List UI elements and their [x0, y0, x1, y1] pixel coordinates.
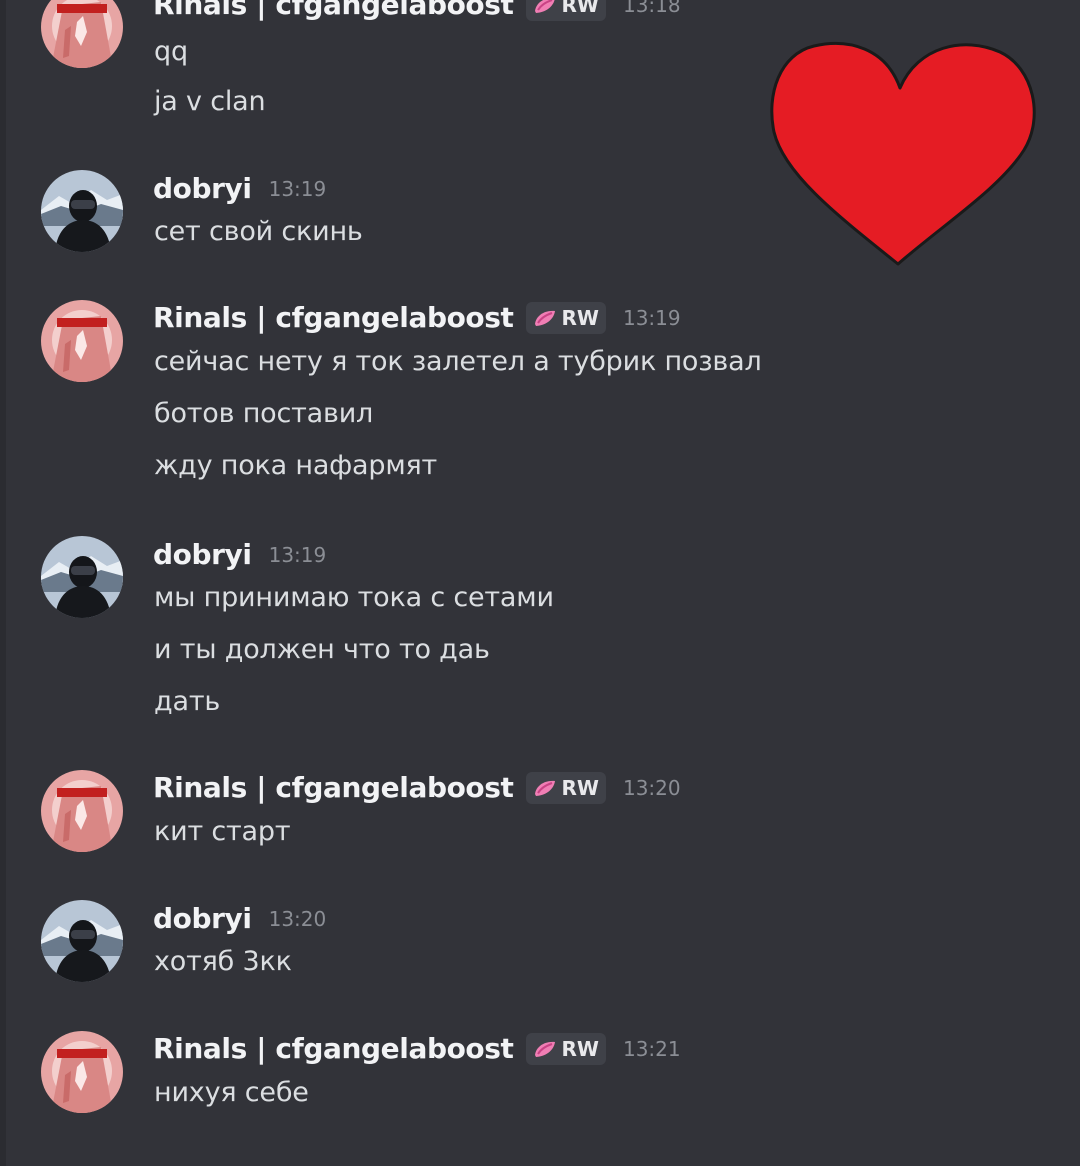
red-heart-sticker [770, 41, 1036, 266]
dobryi-avatar[interactable] [41, 170, 123, 252]
timestamp: 13:20 [268, 906, 327, 931]
timestamp: 13:19 [268, 176, 327, 201]
user-tag[interactable]: RW [525, 771, 606, 804]
timestamp: 13:21 [622, 1036, 681, 1061]
pink-gem-icon [534, 780, 555, 796]
message-text: ja v clan [154, 86, 266, 117]
chat-view: Rinals | cfgangelaboost RW 13:18 qq ja v… [0, 0, 1080, 1166]
dobryi-avatar[interactable] [41, 900, 123, 982]
rinals-avatar[interactable] [41, 300, 123, 382]
message-text: мы принимаю тока с сетами [154, 582, 554, 613]
user-tag[interactable]: RW [525, 1032, 606, 1065]
rinals-avatar[interactable] [41, 1031, 123, 1113]
user-tag[interactable]: RW [525, 301, 606, 334]
username[interactable]: dobryi [153, 902, 252, 935]
timestamp: 13:18 [622, 0, 681, 17]
dobryi-avatar[interactable] [41, 536, 123, 618]
pink-gem-icon [534, 310, 555, 326]
username[interactable]: dobryi [153, 538, 252, 571]
message-text: дать [154, 686, 221, 717]
rinals-avatar[interactable] [41, 0, 123, 68]
message-text: и ты должен что то даь [154, 634, 490, 665]
message-text: жду пока нафармят [154, 450, 438, 481]
username[interactable]: Rinals | cfgangelaboost [153, 0, 514, 21]
username[interactable]: Rinals | cfgangelaboost [153, 771, 514, 804]
message-text: нихуя себе [154, 1077, 309, 1108]
pink-gem-icon [534, 1041, 555, 1057]
username[interactable]: Rinals | cfgangelaboost [153, 301, 514, 334]
message-text: сейчас нету я ток залетел а тубрик позва… [154, 346, 762, 377]
timestamp: 13:19 [622, 305, 681, 330]
username[interactable]: dobryi [153, 172, 252, 205]
message-text: хотяб 3кк [154, 946, 292, 977]
rinals-avatar[interactable] [41, 770, 123, 852]
username[interactable]: Rinals | cfgangelaboost [153, 1032, 514, 1065]
message-text: ботов поставил [154, 398, 374, 429]
user-tag[interactable]: RW [525, 0, 606, 21]
message-text: сет свой скинь [154, 216, 363, 247]
message-text: qq [154, 36, 188, 67]
message-text: кит старт [154, 816, 291, 847]
pink-gem-icon [534, 0, 554, 13]
timestamp: 13:20 [622, 775, 681, 800]
timestamp: 13:19 [268, 542, 327, 567]
